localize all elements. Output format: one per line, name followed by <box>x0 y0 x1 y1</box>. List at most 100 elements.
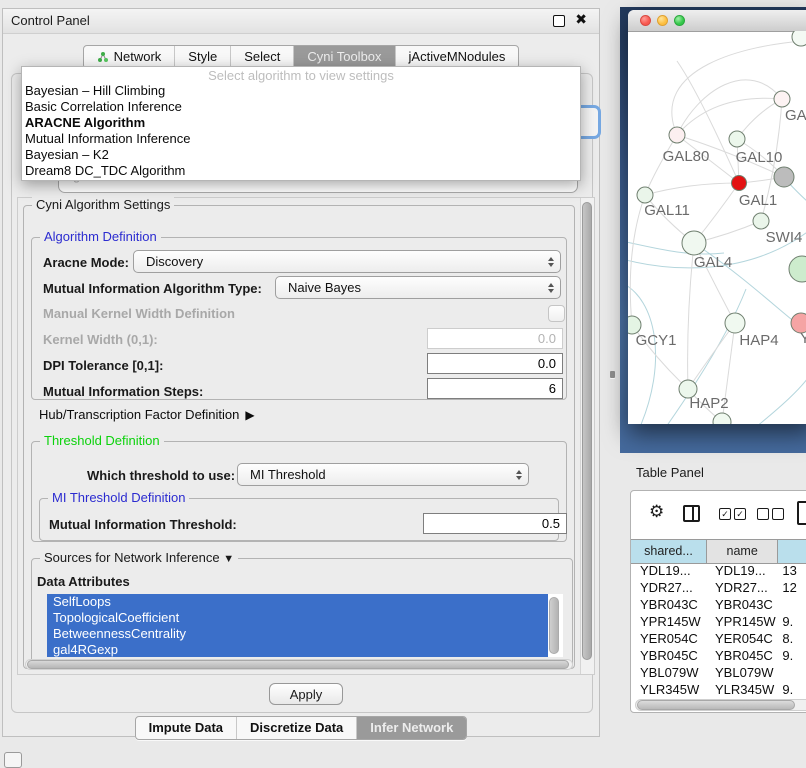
restore-panel-button[interactable] <box>4 752 22 768</box>
node-label: HAP4 <box>739 332 778 349</box>
dpi-tolerance-field[interactable]: 0.0 <box>427 353 563 374</box>
network-node[interactable] <box>792 31 806 46</box>
deselect-all-checkboxes-icon[interactable] <box>757 508 784 520</box>
network-view-window[interactable]: GALGAL80GAL10GAL1GAL11SWI4GAL4GCY1HAP4YH… <box>628 10 806 424</box>
network-graph-canvas[interactable]: GALGAL80GAL10GAL1GAL11SWI4GAL4GCY1HAP4YH… <box>628 31 806 424</box>
network-node-gal1[interactable] <box>732 176 747 191</box>
network-node-swi4[interactable] <box>753 213 769 229</box>
close-traffic-icon[interactable] <box>640 15 651 26</box>
table-row[interactable]: YBR043CYBR043C <box>631 596 806 613</box>
zoom-traffic-icon[interactable] <box>674 15 685 26</box>
settings-scrollbar-thumb[interactable] <box>582 202 592 660</box>
close-icon[interactable]: ✖ <box>575 11 587 28</box>
table-body[interactable]: YDL19...YDL19...13YDR27...YDR27...12YBR0… <box>631 562 806 702</box>
tab-impute-data[interactable]: Impute Data <box>136 717 236 739</box>
table-cell: 9. <box>778 613 806 630</box>
network-node-gal[interactable] <box>774 91 790 107</box>
stepper-icon <box>548 257 554 267</box>
apply-button[interactable]: Apply <box>269 683 343 705</box>
table-row[interactable]: YBR045CYBR045C9. <box>631 647 806 664</box>
network-node-gal11[interactable] <box>637 187 653 203</box>
table-row[interactable]: YDL19...YDL19...13 <box>631 562 806 579</box>
network-node-gal4[interactable] <box>682 231 706 255</box>
column-header-shared...[interactable]: shared... <box>631 540 707 563</box>
float-panel-icon[interactable] <box>553 15 565 27</box>
splitter-grip[interactable] <box>610 371 615 378</box>
mi-threshold-field[interactable]: 0.5 <box>423 513 567 534</box>
table-row[interactable]: YPR145WYPR145W9. <box>631 613 806 630</box>
which-threshold-value: MI Threshold <box>250 467 326 482</box>
aracne-mode-combo[interactable]: Discovery <box>133 250 561 273</box>
table-panel-window: ⚙ ✓✓ shared...name YDL19...YDL19...13YDR… <box>630 490 806 713</box>
attribute-item[interactable]: gal4RGexp <box>47 642 548 657</box>
attribute-item[interactable]: BetweennessCentrality <box>47 626 548 642</box>
hub-definition-label: Hub/Transcription Factor Definition <box>39 407 239 422</box>
manual-kernel-checkbox[interactable] <box>548 305 565 322</box>
tab-infer-network[interactable]: Infer Network <box>356 717 466 739</box>
network-node-hap4[interactable] <box>725 313 745 333</box>
tab-cyni-toolbox[interactable]: Cyni Toolbox <box>293 46 394 68</box>
tab-label: jActiveMNodules <box>409 49 506 64</box>
dropdown-item[interactable]: Mutual Information Inference <box>22 131 580 147</box>
stepper-icon <box>548 283 554 293</box>
dropdown-item[interactable]: ARACNE Algorithm <box>22 115 580 131</box>
tab-jactivemnodules[interactable]: jActiveMNodules <box>395 46 519 68</box>
tab-label: Network <box>114 49 162 64</box>
select-all-checkboxes-icon[interactable]: ✓✓ <box>719 508 746 520</box>
table-cell: 13 <box>778 562 806 579</box>
data-attributes-label: Data Attributes <box>37 574 130 589</box>
algorithm-dropdown-list[interactable]: Select algorithm to view settings Bayesi… <box>21 66 581 181</box>
bottom-tab-bar: Impute DataDiscretize DataInfer Network <box>3 716 599 740</box>
hub-definition-expander[interactable]: Hub/Transcription Factor Definition▶ <box>39 407 255 422</box>
column-header-name[interactable]: name <box>707 540 778 563</box>
dropdown-item[interactable]: Dream8 DC_TDC Algorithm <box>22 163 580 179</box>
document-icon[interactable] <box>797 501 806 525</box>
attributes-scrollbar-thumb[interactable] <box>549 597 559 654</box>
table-cell: YDL19... <box>631 562 707 579</box>
attributes-hscrollbar-thumb[interactable] <box>27 660 569 669</box>
table-row[interactable]: YBL079WYBL079W <box>631 664 806 681</box>
table-row[interactable]: YLR345WYLR345W9. <box>631 681 806 698</box>
mi-type-combo[interactable]: Naive Bayes <box>275 276 561 299</box>
table-header-row[interactable]: shared...name <box>631 539 806 564</box>
sources-title: Sources for Network Inference <box>44 550 220 565</box>
control-panel-titlebar: Control Panel ✖ <box>3 9 599 34</box>
network-node[interactable] <box>774 167 794 187</box>
dropdown-item[interactable]: Bayesian – Hill Climbing <box>22 83 580 99</box>
split-columns-icon[interactable] <box>683 505 700 522</box>
network-node-gal80[interactable] <box>669 127 685 143</box>
node-label: HAP2 <box>689 395 728 412</box>
network-nodes[interactable]: GALGAL80GAL10GAL1GAL11SWI4GAL4GCY1HAP4YH… <box>628 31 806 424</box>
tab-discretize-data[interactable]: Discretize Data <box>236 717 356 739</box>
gear-icon[interactable]: ⚙ <box>649 502 664 522</box>
group-title-threshold: Threshold Definition <box>40 433 164 448</box>
node-label: GAL10 <box>736 149 783 166</box>
tab-style[interactable]: Style <box>174 46 230 68</box>
attribute-item[interactable]: SelfLoops <box>47 594 548 610</box>
kernel-width-field[interactable]: 0.0 <box>427 328 563 349</box>
network-node[interactable] <box>789 256 806 282</box>
tab-select[interactable]: Select <box>230 46 293 68</box>
minimize-traffic-icon[interactable] <box>657 15 668 26</box>
column-header-hidden[interactable] <box>778 540 806 563</box>
network-node[interactable] <box>713 413 731 424</box>
stepper-icon <box>516 470 522 480</box>
node-label: Y <box>800 330 806 347</box>
attribute-item[interactable]: TopologicalCoefficient <box>47 610 548 626</box>
mi-steps-field[interactable]: 6 <box>427 378 563 399</box>
table-hscrollbar-thumb[interactable] <box>637 700 795 710</box>
tab-network[interactable]: Network <box>84 46 175 68</box>
dropdown-item[interactable]: Bayesian – K2 <box>22 147 580 163</box>
which-threshold-label: Which threshold to use: <box>87 468 235 483</box>
table-row[interactable]: YER054CYER054C8. <box>631 630 806 647</box>
which-threshold-combo[interactable]: MI Threshold <box>237 463 529 486</box>
table-cell: YBR043C <box>707 596 778 613</box>
table-cell: YBR045C <box>707 647 778 664</box>
table-row[interactable]: YDR27...YDR27...12 <box>631 579 806 596</box>
network-node-gal10[interactable] <box>729 131 745 147</box>
aracne-mode-value: Discovery <box>146 254 203 269</box>
dropdown-item[interactable]: Basic Correlation Inference <box>22 99 580 115</box>
data-attributes-list[interactable]: SelfLoopsTopologicalCoefficientBetweenne… <box>47 594 563 657</box>
group-title-sources[interactable]: Sources for Network Inference ▼ <box>40 550 238 565</box>
table-cell: YBL079W <box>707 664 778 681</box>
